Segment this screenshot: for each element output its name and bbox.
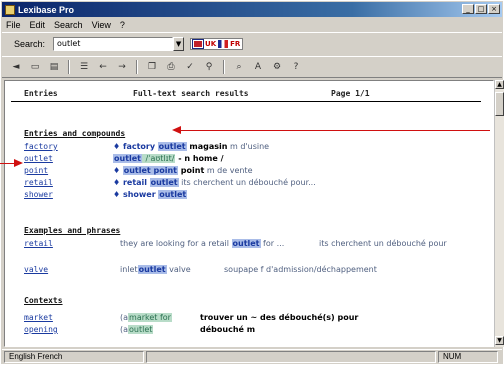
next-icon[interactable]: →: [114, 60, 130, 75]
entry-text: ♦ retail outlet its cherchent un débouch…: [113, 178, 316, 187]
help-icon[interactable]: ?: [288, 60, 304, 75]
bookmark-icon[interactable]: ✓: [182, 60, 198, 75]
target-language: FR: [230, 40, 241, 48]
menu-search[interactable]: Search: [54, 20, 83, 30]
app-window: Lexibase Pro _ □ × File Edit Search View…: [0, 0, 504, 365]
search-toolbar: Search: outlet ▼ UK FR: [2, 32, 502, 55]
search-label: Search:: [14, 39, 46, 49]
find-icon[interactable]: ⚲: [201, 60, 217, 75]
example-link[interactable]: valve: [24, 265, 48, 274]
fr-flag-icon: [218, 40, 229, 48]
back-icon[interactable]: ◄: [8, 60, 24, 75]
annotation-arrow-line: [0, 163, 14, 164]
window-title: Lexibase Pro: [18, 4, 75, 15]
print-icon[interactable]: ⎙: [163, 60, 179, 75]
status-language: English French: [4, 351, 144, 363]
context-text: (aoutlet: [120, 325, 154, 334]
results-pane: Entries Full-text search results Page 1/…: [4, 80, 494, 347]
zoom-icon[interactable]: ⌕: [231, 60, 247, 75]
section-title-examples: Examples and phrases: [24, 226, 121, 235]
toolbar-separator: [68, 60, 70, 74]
example-translation: its cherchent un débouché pour: [319, 239, 447, 248]
entry-link[interactable]: point: [24, 166, 48, 175]
font-size-icon[interactable]: A: [250, 60, 266, 75]
list-view-icon[interactable]: ☰: [76, 60, 92, 75]
column-header-results: Full-text search results: [133, 89, 249, 98]
toolbar-separator: [136, 60, 138, 74]
status-bar: English French NUM: [2, 349, 502, 364]
context-translation: débouché m: [200, 325, 256, 334]
minimize-button[interactable]: _: [462, 4, 474, 14]
status-num: NUM: [438, 351, 498, 363]
copy-icon[interactable]: ❐: [144, 60, 160, 75]
entry-link[interactable]: shower: [24, 190, 53, 199]
dictionary-selector[interactable]: UK FR: [190, 38, 244, 50]
context-link[interactable]: market: [24, 313, 53, 322]
scroll-thumb[interactable]: [495, 92, 504, 116]
new-document-icon[interactable]: ▭: [27, 60, 43, 75]
context-text: (amarket for: [120, 313, 172, 322]
search-input[interactable]: outlet: [53, 37, 174, 51]
maximize-button[interactable]: □: [475, 4, 487, 14]
settings-icon[interactable]: ⚙: [269, 60, 285, 75]
menu-file[interactable]: File: [6, 20, 21, 30]
example-text: inletoutlet valve: [120, 265, 191, 274]
previous-icon[interactable]: ←: [95, 60, 111, 75]
entry-text: ♦ outlet point point m de vente: [113, 166, 253, 175]
context-translation: trouver un ~ des débouché(s) pour: [200, 313, 359, 322]
entry-link[interactable]: retail: [24, 178, 53, 187]
entry-text: outlet /ˈaʊtlɪt/ - n home /: [113, 154, 224, 163]
main-toolbar: ◄ ▭ ▤ ☰ ← → ❐ ⎙ ✓ ⚲ ⌕ A ⚙ ?: [2, 56, 502, 78]
context-link[interactable]: opening: [24, 325, 58, 334]
section-title-entries: Entries and compounds: [24, 129, 126, 138]
entry-link[interactable]: factory: [24, 142, 58, 151]
app-icon: [5, 4, 15, 15]
scroll-down-icon[interactable]: ▼: [495, 336, 504, 345]
entry-text: ♦ factory outlet magasin m d'usine: [113, 142, 270, 151]
title-bar: Lexibase Pro _ □ ×: [2, 2, 502, 17]
column-header-entries: Entries: [24, 89, 58, 98]
menu-bar: File Edit Search View ?: [2, 18, 502, 31]
uk-flag-icon: [192, 39, 205, 49]
annotation-arrow-line: [180, 130, 490, 131]
vertical-scrollbar[interactable]: ▲ ▼: [494, 80, 504, 347]
open-folder-icon[interactable]: ▤: [46, 60, 62, 75]
annotation-arrowhead: [172, 126, 181, 134]
search-dropdown-button[interactable]: ▼: [173, 37, 185, 51]
entry-link[interactable]: outlet: [24, 154, 53, 163]
example-link[interactable]: retail: [24, 239, 53, 248]
menu-help[interactable]: ?: [120, 20, 125, 30]
annotation-arrowhead: [14, 159, 23, 167]
source-language: UK: [205, 40, 217, 48]
example-text: they are looking for a retail outlet for…: [120, 239, 285, 248]
scroll-up-icon[interactable]: ▲: [495, 80, 504, 89]
close-button[interactable]: ×: [488, 4, 500, 14]
status-message: [146, 351, 436, 363]
entry-text: ♦ shower outlet: [113, 190, 188, 199]
header-divider: [11, 101, 481, 102]
section-title-contexts: Contexts: [24, 296, 63, 305]
toolbar-separator: [223, 60, 225, 74]
menu-edit[interactable]: Edit: [30, 20, 46, 30]
column-header-page: Page 1/1: [331, 89, 370, 98]
menu-view[interactable]: View: [92, 20, 111, 30]
example-translation: soupape f d'admission/déchappement: [224, 265, 377, 274]
